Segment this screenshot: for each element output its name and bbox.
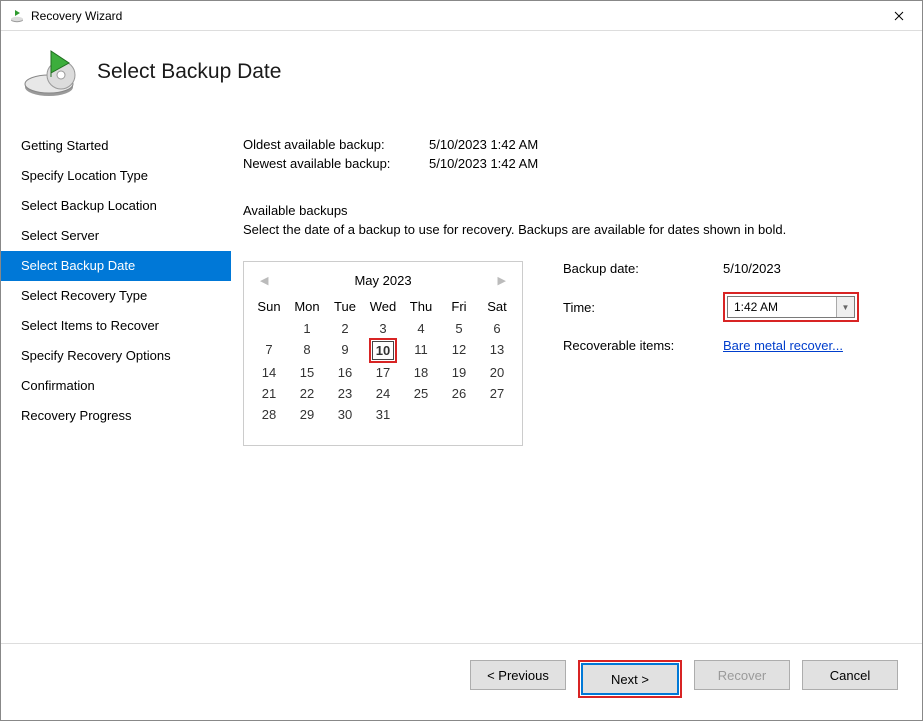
available-backups-title: Available backups: [243, 203, 894, 218]
next-button[interactable]: Next >: [582, 664, 678, 694]
calendar-dow: Mon: [288, 295, 326, 318]
sidebar-step[interactable]: Specify Recovery Options: [1, 341, 231, 371]
calendar-day[interactable]: 6: [478, 318, 516, 339]
oldest-backup-row: Oldest available backup: 5/10/2023 1:42 …: [243, 137, 894, 152]
calendar-day[interactable]: 17: [364, 362, 402, 383]
calendar-day[interactable]: 26: [440, 383, 478, 404]
wizard-steps-sidebar: Getting StartedSpecify Location TypeSele…: [1, 121, 231, 643]
calendar-day[interactable]: 10: [364, 339, 402, 362]
calendar-day[interactable]: 21: [250, 383, 288, 404]
sidebar-step[interactable]: Getting Started: [1, 131, 231, 161]
main-panel: Oldest available backup: 5/10/2023 1:42 …: [231, 121, 922, 643]
calendar-dow: Wed: [364, 295, 402, 318]
sidebar-step[interactable]: Select Backup Date: [1, 251, 231, 281]
sidebar-step[interactable]: Select Server: [1, 221, 231, 251]
calendar-day[interactable]: 1: [288, 318, 326, 339]
calendar-day[interactable]: 25: [402, 383, 440, 404]
calendar-day[interactable]: 14: [250, 362, 288, 383]
recoverable-items-link[interactable]: Bare metal recover...: [723, 338, 843, 353]
chevron-down-icon: ▼: [836, 297, 854, 317]
calendar-day[interactable]: 18: [402, 362, 440, 383]
calendar-day[interactable]: 29: [288, 404, 326, 425]
wizard-header: Select Backup Date: [1, 31, 922, 121]
calendar-dow: Sun: [250, 295, 288, 318]
calendar-day[interactable]: 5: [440, 318, 478, 339]
backup-date-label: Backup date:: [563, 261, 723, 276]
calendar-day[interactable]: 22: [288, 383, 326, 404]
calendar-day[interactable]: 9: [326, 339, 364, 362]
calendar-day[interactable]: 3: [364, 318, 402, 339]
calendar-dow: Sat: [478, 295, 516, 318]
close-button[interactable]: [876, 1, 922, 31]
calendar-day[interactable]: 28: [250, 404, 288, 425]
calendar-day[interactable]: 27: [478, 383, 516, 404]
calendar-day: [402, 404, 440, 425]
calendar-day[interactable]: 15: [288, 362, 326, 383]
calendar-day[interactable]: 7: [250, 339, 288, 362]
oldest-backup-value: 5/10/2023 1:42 AM: [429, 137, 538, 152]
time-dropdown[interactable]: 1:42 AM ▼: [727, 296, 855, 318]
time-highlight: 1:42 AM ▼: [723, 292, 859, 322]
calendar-day[interactable]: 31: [364, 404, 402, 425]
oldest-backup-label: Oldest available backup:: [243, 137, 429, 152]
newest-backup-value: 5/10/2023 1:42 AM: [429, 156, 538, 171]
calendar-day[interactable]: 30: [326, 404, 364, 425]
calendar-day[interactable]: 4: [402, 318, 440, 339]
backup-details: Backup date: 5/10/2023 Time: 1:42 AM ▼ R…: [563, 261, 894, 446]
calendar-day: [478, 404, 516, 425]
calendar-day: [440, 404, 478, 425]
backup-date-value: 5/10/2023: [723, 261, 781, 276]
calendar-grid: SunMonTueWedThuFriSat1234567891011121314…: [244, 295, 522, 425]
calendar-prev-button[interactable]: ◀: [256, 272, 272, 289]
calendar-day[interactable]: 11: [402, 339, 440, 362]
wizard-footer: < Previous Next > Recover Cancel: [1, 643, 922, 720]
calendar-day[interactable]: 16: [326, 362, 364, 383]
sidebar-step[interactable]: Recovery Progress: [1, 401, 231, 431]
titlebar: Recovery Wizard: [1, 1, 922, 31]
calendar-month-label: May 2023: [354, 273, 411, 288]
sidebar-step[interactable]: Select Backup Location: [1, 191, 231, 221]
sidebar-step[interactable]: Specify Location Type: [1, 161, 231, 191]
page-title: Select Backup Date: [97, 60, 281, 84]
calendar-day[interactable]: 13: [478, 339, 516, 362]
calendar-day[interactable]: 19: [440, 362, 478, 383]
calendar-next-button[interactable]: ▶: [494, 272, 510, 289]
titlebar-text: Recovery Wizard: [31, 9, 876, 23]
calendar-day[interactable]: 2: [326, 318, 364, 339]
calendar-day[interactable]: 23: [326, 383, 364, 404]
wizard-header-icon: [21, 45, 79, 99]
calendar-dow: Tue: [326, 295, 364, 318]
calendar: ◀ May 2023 ▶ SunMonTueWedThuFriSat123456…: [243, 261, 523, 446]
recover-button: Recover: [694, 660, 790, 690]
backup-time-label: Time:: [563, 300, 723, 315]
calendar-dow: Fri: [440, 295, 478, 318]
calendar-dow: Thu: [402, 295, 440, 318]
calendar-day: [250, 318, 288, 339]
sidebar-step[interactable]: Select Recovery Type: [1, 281, 231, 311]
sidebar-step[interactable]: Confirmation: [1, 371, 231, 401]
wizard-body: Getting StartedSpecify Location TypeSele…: [1, 121, 922, 643]
calendar-day[interactable]: 20: [478, 362, 516, 383]
newest-backup-row: Newest available backup: 5/10/2023 1:42 …: [243, 156, 894, 171]
time-dropdown-value: 1:42 AM: [728, 297, 836, 317]
cancel-button[interactable]: Cancel: [802, 660, 898, 690]
recoverable-items-label: Recoverable items:: [563, 338, 723, 353]
previous-button[interactable]: < Previous: [470, 660, 566, 690]
calendar-day[interactable]: 8: [288, 339, 326, 362]
sidebar-step[interactable]: Select Items to Recover: [1, 311, 231, 341]
available-backups-desc: Select the date of a backup to use for r…: [243, 222, 894, 237]
calendar-day[interactable]: 24: [364, 383, 402, 404]
next-button-highlight: Next >: [578, 660, 682, 698]
newest-backup-label: Newest available backup:: [243, 156, 429, 171]
calendar-day[interactable]: 12: [440, 339, 478, 362]
app-icon: [9, 8, 25, 24]
